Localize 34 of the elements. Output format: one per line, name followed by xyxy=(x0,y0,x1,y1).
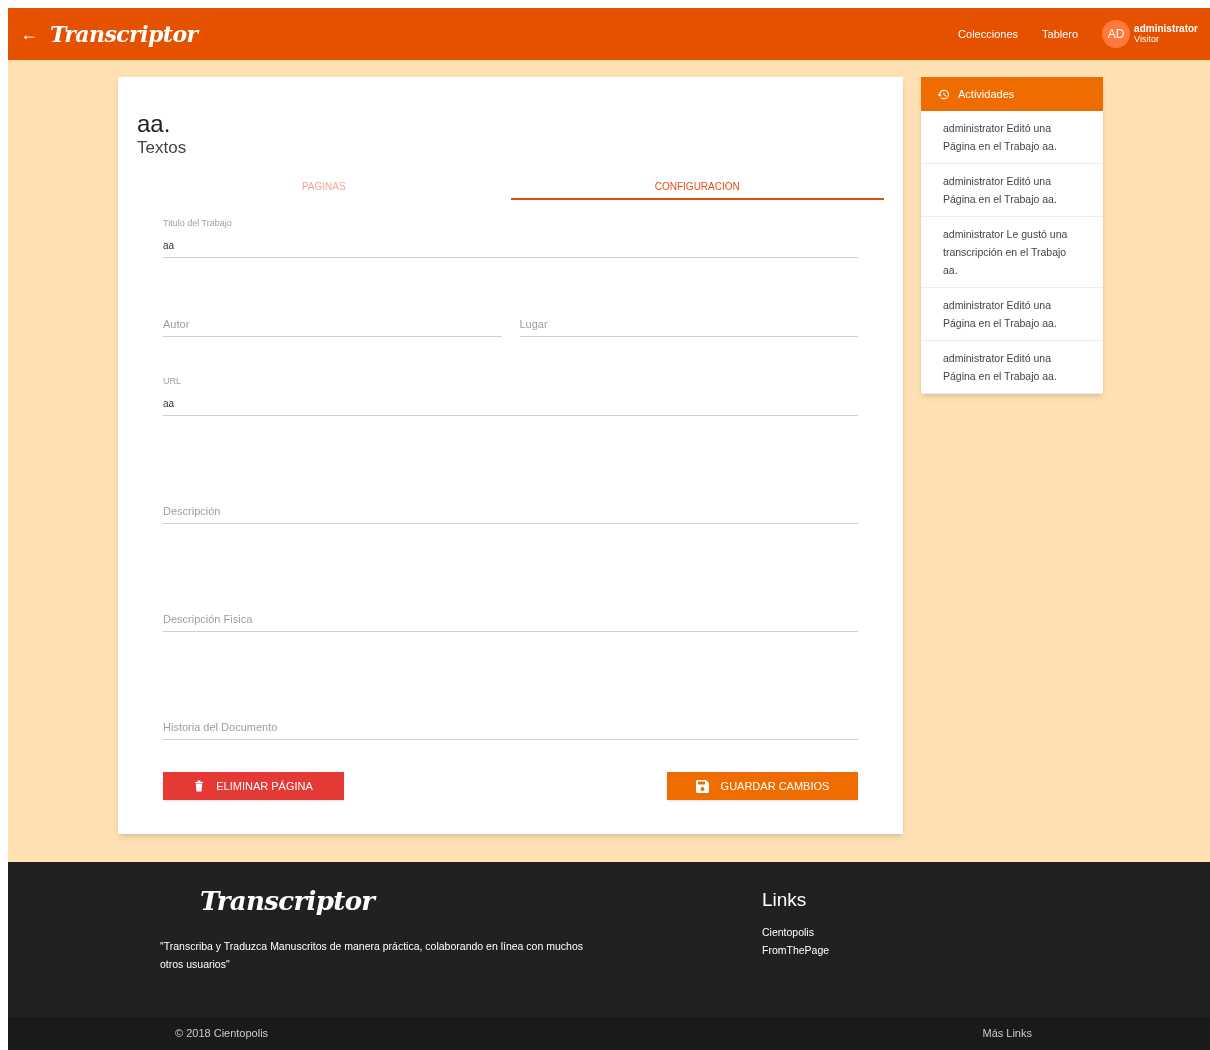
field-label: Titulo del Trabajo xyxy=(163,216,233,230)
panel-title: Actividades xyxy=(958,86,1015,102)
activity-item[interactable]: administrator Le gustó una transcripción en el Trabajo aa. xyxy=(921,217,1103,288)
user-role: Visitor xyxy=(1134,34,1160,44)
nav-link[interactable]: Tablero xyxy=(1042,25,1079,43)
field-label: URL xyxy=(163,374,182,388)
text-field[interactable]: aa xyxy=(163,396,858,411)
footer-link[interactable]: FromThePage xyxy=(762,940,830,959)
trash-icon xyxy=(194,780,205,792)
text-field[interactable]: Historia del Documento xyxy=(163,720,858,735)
back-button[interactable]: ← xyxy=(20,20,38,48)
text-field[interactable]: aa xyxy=(163,238,858,253)
activity-item[interactable]: administrator Editó una Página en el Trabajo aa. xyxy=(921,341,1103,394)
work-subtitle: Textos xyxy=(137,138,188,158)
text-field[interactable]: Descripción Fisica xyxy=(163,612,858,627)
history-icon xyxy=(937,87,950,101)
delete-button[interactable]: ELIMINAR PÁGINA xyxy=(163,772,344,800)
activity-item[interactable]: administrator Editó una Página en el Trabajo aa. xyxy=(921,111,1103,164)
work-title: aa. xyxy=(137,110,172,138)
more-links[interactable]: Más Links xyxy=(982,1025,1032,1042)
tagline: "Transcriba y Traduzca Manuscritos de manera práctica, colaborando en línea con muchos otros usuarios" xyxy=(160,939,584,972)
activity-item[interactable]: administrator Editó una Página en el Trabajo aa. xyxy=(921,164,1103,217)
text-field[interactable]: Descripción xyxy=(163,504,858,519)
logo: Transcriptor xyxy=(50,19,198,49)
links-heading: Links xyxy=(762,888,808,912)
copyright: © 2018 Cientopolis xyxy=(175,1026,269,1042)
nav-link[interactable]: Colecciones xyxy=(958,25,1018,43)
logo: Transcriptor xyxy=(200,886,375,916)
text-field[interactable]: Lugar xyxy=(519,317,858,332)
tab[interactable]: CONFIGURACION xyxy=(510,174,884,200)
activity-item[interactable]: administrator Editó una Página en el Trabajo aa. xyxy=(921,288,1103,341)
user-name: administrator xyxy=(1134,24,1198,34)
text-field[interactable]: Autor xyxy=(163,317,502,332)
footer-link[interactable]: Cientopolis xyxy=(762,922,830,941)
